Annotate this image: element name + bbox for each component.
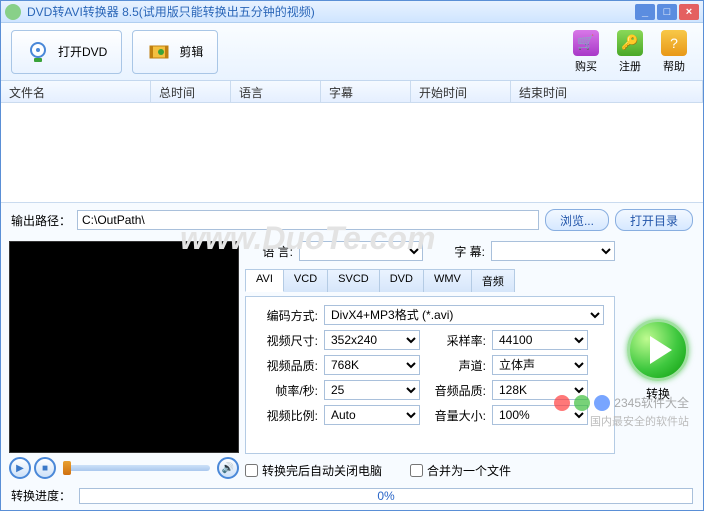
cart-icon: 🛒 [573,30,599,56]
toolbar: 打开DVD 剪辑 🛒 购买 🔑 注册 ? 帮助 [1,23,703,81]
buy-button[interactable]: 🛒 购买 [567,30,605,74]
tab-wmv[interactable]: WMV [423,269,472,292]
encode-select[interactable]: DivX4+MP3格式 (*.avi) [324,305,604,325]
volume-button[interactable]: 🔊 [217,457,239,479]
sample-label: 采样率: [426,332,486,349]
check-row: 转换完后自动关闭电脑 合并为一个文件 [245,462,615,479]
shutdown-checkbox[interactable]: 转换完后自动关闭电脑 [245,462,382,479]
col-language[interactable]: 语言 [231,81,321,102]
output-row: 输出路径： 浏览... 打开目录 [1,203,703,237]
channel-select[interactable]: 立体声 [492,355,588,375]
tab-avi[interactable]: AVI [245,269,284,292]
subtitle-select[interactable] [491,241,615,261]
col-starttime[interactable]: 开始时间 [411,81,511,102]
slider-thumb[interactable] [63,461,71,475]
col-totaltime[interactable]: 总时间 [151,81,231,102]
tab-vcd[interactable]: VCD [283,269,328,292]
register-label: 注册 [619,58,641,74]
fps-label: 帧率/秒: [256,382,318,399]
help-button[interactable]: ? 帮助 [655,30,693,74]
help-icon: ? [661,30,687,56]
col-subtitle[interactable]: 字幕 [321,81,411,102]
language-label: 语 言: [245,243,293,260]
file-list[interactable] [1,103,703,203]
convert-area: 转换 [621,241,695,479]
close-button[interactable]: × [679,4,699,20]
tab-dvd[interactable]: DVD [379,269,424,292]
output-path-input[interactable] [77,210,539,230]
app-window: DVD转AVI转换器 8.5(试用版只能转换出五分钟的视频) _ □ × 打开D… [0,0,704,511]
film-icon [147,40,171,64]
mid-section: ▶ ■ 🔊 语 言: 字 幕: AVI VCD SVCD DVD WMV 音频 [1,237,703,483]
output-label: 输出路径： [11,212,71,229]
col-filename[interactable]: 文件名 [1,81,151,102]
window-title: DVD转AVI转换器 8.5(试用版只能转换出五分钟的视频) [27,3,633,20]
progress-row: 转换进度： 0% [1,483,703,510]
fps-select[interactable]: 25 [324,380,420,400]
ratio-select[interactable]: Auto [324,405,420,425]
convert-label: 转换 [646,385,670,402]
dvd-icon [26,40,50,64]
app-icon [5,4,21,20]
encode-label: 编码方式: [256,307,318,324]
volume-select[interactable]: 100% [492,405,588,425]
player-controls: ▶ ■ 🔊 [9,457,239,479]
ratio-label: 视频比例: [256,407,318,424]
stop-button[interactable]: ■ [34,457,56,479]
video-preview[interactable] [9,241,239,453]
open-dir-button[interactable]: 打开目录 [615,209,693,231]
channel-label: 声道: [426,357,486,374]
open-dvd-label: 打开DVD [58,43,107,60]
aquality-label: 音频品质: [426,382,486,399]
subtitle-label: 字 幕: [429,243,485,260]
browse-button[interactable]: 浏览... [545,209,609,231]
help-label: 帮助 [663,58,685,74]
vquality-select[interactable]: 768K [324,355,420,375]
col-endtime[interactable]: 结束时间 [511,81,703,102]
right-toolbar: 🛒 购买 🔑 注册 ? 帮助 [567,30,693,74]
open-dvd-button[interactable]: 打开DVD [11,30,122,74]
aquality-select[interactable]: 128K [492,380,588,400]
seek-slider[interactable] [63,465,210,471]
progress-label: 转换进度： [11,487,71,504]
convert-button[interactable] [627,319,689,381]
maximize-button[interactable]: □ [657,4,677,20]
minimize-button[interactable]: _ [635,4,655,20]
file-list-header: 文件名 总时间 语言 字幕 开始时间 结束时间 [1,81,703,103]
size-label: 视频尺寸: [256,332,318,349]
tab-panel: 编码方式: DivX4+MP3格式 (*.avi) 视频尺寸: 352x240 … [245,296,615,454]
size-select[interactable]: 352x240 [324,330,420,350]
tab-svcd[interactable]: SVCD [327,269,380,292]
format-tabs: AVI VCD SVCD DVD WMV 音频 [245,269,615,292]
progress-bar: 0% [79,488,693,504]
key-icon: 🔑 [617,30,643,56]
language-row: 语 言: 字 幕: [245,241,615,261]
tab-audio[interactable]: 音频 [471,269,515,292]
settings-pane: 语 言: 字 幕: AVI VCD SVCD DVD WMV 音频 编码方式: … [245,241,615,479]
edit-button[interactable]: 剪辑 [132,30,218,74]
title-bar: DVD转AVI转换器 8.5(试用版只能转换出五分钟的视频) _ □ × [1,1,703,23]
merge-checkbox[interactable]: 合并为一个文件 [410,462,511,479]
vquality-label: 视频品质: [256,357,318,374]
edit-label: 剪辑 [179,43,203,60]
language-select[interactable] [299,241,423,261]
preview-pane: ▶ ■ 🔊 [9,241,239,479]
volume-label: 音量大小: [426,407,486,424]
play-button[interactable]: ▶ [9,457,31,479]
buy-label: 购买 [575,58,597,74]
sample-select[interactable]: 44100 [492,330,588,350]
register-button[interactable]: 🔑 注册 [611,30,649,74]
